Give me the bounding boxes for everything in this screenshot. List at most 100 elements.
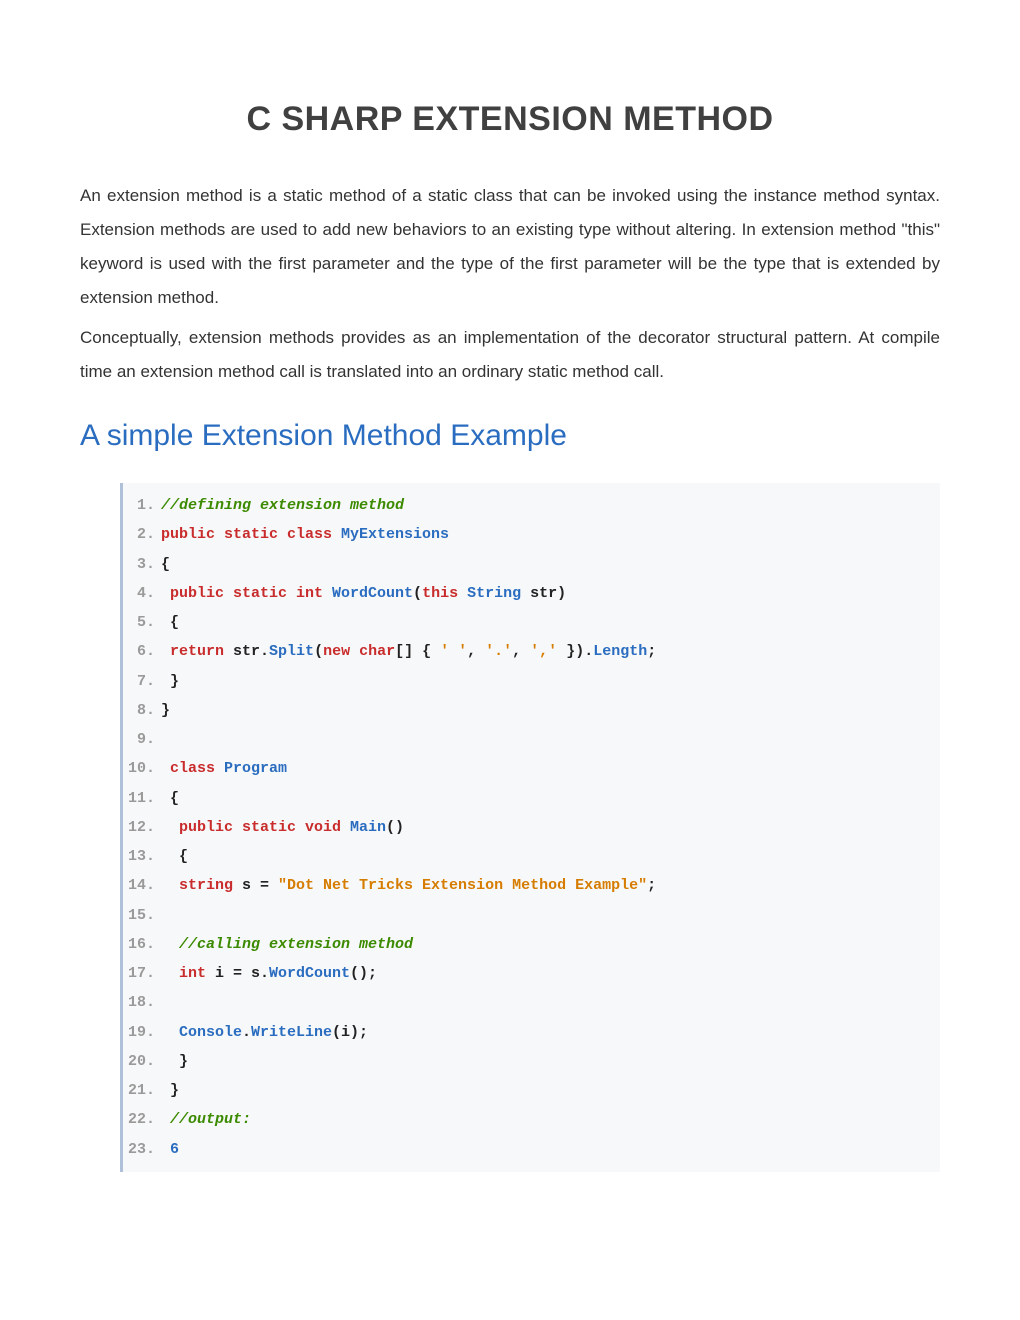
code-text: ( xyxy=(413,585,422,602)
code-line-3: 3. { xyxy=(123,550,928,579)
code-line-12: 12. public static void Main() xyxy=(123,813,928,842)
code-text: (i); xyxy=(332,1024,368,1041)
code-text: } xyxy=(161,1047,188,1076)
code-line-21: 21. } xyxy=(123,1076,928,1105)
code-type: WordCount xyxy=(332,585,413,602)
code-line-20: 20. } xyxy=(123,1047,928,1076)
code-text: ( xyxy=(314,643,323,660)
code-line-8: 8. } xyxy=(123,696,928,725)
code-keyword: public static class xyxy=(161,526,341,543)
line-number: 22. xyxy=(123,1105,161,1134)
code-text: s = xyxy=(233,877,278,894)
code-line-17: 17. int i = s.WordCount(); xyxy=(123,959,928,988)
section-heading: A simple Extension Method Example xyxy=(80,419,940,453)
code-keyword: public static int xyxy=(161,585,332,602)
code-text: }). xyxy=(557,643,593,660)
code-text: [] { xyxy=(395,643,440,660)
code-comment: //defining extension method xyxy=(161,497,404,514)
intro-paragraph-2: Conceptually, extension methods provides… xyxy=(80,321,940,389)
code-line-7: 7. } xyxy=(123,667,928,696)
code-type: Length xyxy=(593,643,647,660)
code-type: String xyxy=(467,585,521,602)
code-text: . xyxy=(242,1024,251,1041)
line-number: 1. xyxy=(123,491,161,520)
code-text: { xyxy=(161,550,170,579)
code-line-4: 4. public static int WordCount(this Stri… xyxy=(123,579,928,608)
line-number: 14. xyxy=(123,871,161,900)
code-line-22: 22. //output: xyxy=(123,1105,928,1134)
code-text: ; xyxy=(647,643,656,660)
code-string: "Dot Net Tricks Extension Method Example… xyxy=(278,877,647,894)
code-text: (); xyxy=(350,965,377,982)
code-line-13: 13. { xyxy=(123,842,928,871)
code-text: . xyxy=(260,643,269,660)
code-type: MyExtensions xyxy=(341,526,449,543)
line-number: 3. xyxy=(123,550,161,579)
code-text: () xyxy=(386,819,404,836)
line-number: 12. xyxy=(123,813,161,842)
line-number: 4. xyxy=(123,579,161,608)
code-line-2: 2. public static class MyExtensions xyxy=(123,520,928,549)
code-text: , xyxy=(512,643,530,660)
code-line-1: 1. //defining extension method xyxy=(123,491,928,520)
code-line-23: 23. 6 xyxy=(123,1135,928,1164)
code-line-18: 18. xyxy=(123,988,928,1017)
code-text: { xyxy=(161,842,188,871)
code-type: Split xyxy=(269,643,314,660)
line-number: 2. xyxy=(123,520,161,549)
code-text: ; xyxy=(647,877,656,894)
code-keyword: int xyxy=(161,965,206,982)
code-text: } xyxy=(161,1076,179,1105)
line-number: 6. xyxy=(123,637,161,666)
line-number: 23. xyxy=(123,1135,161,1164)
code-type: WordCount xyxy=(269,965,350,982)
code-keyword: new char xyxy=(323,643,395,660)
code-string: ',' xyxy=(530,643,557,660)
code-text: , xyxy=(467,643,485,660)
line-number: 7. xyxy=(123,667,161,696)
code-type: Console xyxy=(161,1024,242,1041)
code-type: WriteLine xyxy=(251,1024,332,1041)
code-line-15: 15. xyxy=(123,901,928,930)
code-number: 6 xyxy=(161,1141,179,1158)
line-number: 19. xyxy=(123,1018,161,1047)
line-number: 18. xyxy=(123,988,161,1017)
line-number: 10. xyxy=(123,754,161,783)
line-number: 5. xyxy=(123,608,161,637)
line-number: 15. xyxy=(123,901,161,930)
line-number: 16. xyxy=(123,930,161,959)
code-string: ' ' xyxy=(440,643,467,660)
code-keyword: public static void xyxy=(161,819,350,836)
intro-paragraph-1: An extension method is a static method o… xyxy=(80,179,940,315)
line-number: 13. xyxy=(123,842,161,871)
code-line-14: 14. string s = "Dot Net Tricks Extension… xyxy=(123,871,928,900)
code-type: Main xyxy=(350,819,386,836)
code-line-5: 5. { xyxy=(123,608,928,637)
code-comment: //calling extension method xyxy=(161,936,413,953)
code-keyword: this xyxy=(422,585,467,602)
code-text: } xyxy=(161,667,179,696)
code-line-19: 19. Console.WriteLine(i); xyxy=(123,1018,928,1047)
code-line-6: 6. return str.Split(new char[] { ' ', '.… xyxy=(123,637,928,666)
line-number: 17. xyxy=(123,959,161,988)
code-block: 1. //defining extension method 2. public… xyxy=(120,483,940,1172)
code-text: i = s. xyxy=(206,965,269,982)
code-string: '.' xyxy=(485,643,512,660)
line-number: 20. xyxy=(123,1047,161,1076)
line-number: 8. xyxy=(123,696,161,725)
code-comment: //output: xyxy=(161,1111,251,1128)
code-text: { xyxy=(161,784,179,813)
code-keyword: string xyxy=(161,877,233,894)
code-line-16: 16. //calling extension method xyxy=(123,930,928,959)
code-text: str) xyxy=(521,585,566,602)
page-container: C SHARP EXTENSION METHOD An extension me… xyxy=(0,0,1020,1232)
line-number: 21. xyxy=(123,1076,161,1105)
line-number: 9. xyxy=(123,725,161,754)
code-type: Program xyxy=(224,760,287,777)
line-number: 11. xyxy=(123,784,161,813)
code-text: str xyxy=(224,643,260,660)
code-line-11: 11. { xyxy=(123,784,928,813)
code-keyword: return xyxy=(161,643,224,660)
code-text: } xyxy=(161,696,170,725)
code-text: { xyxy=(161,608,179,637)
